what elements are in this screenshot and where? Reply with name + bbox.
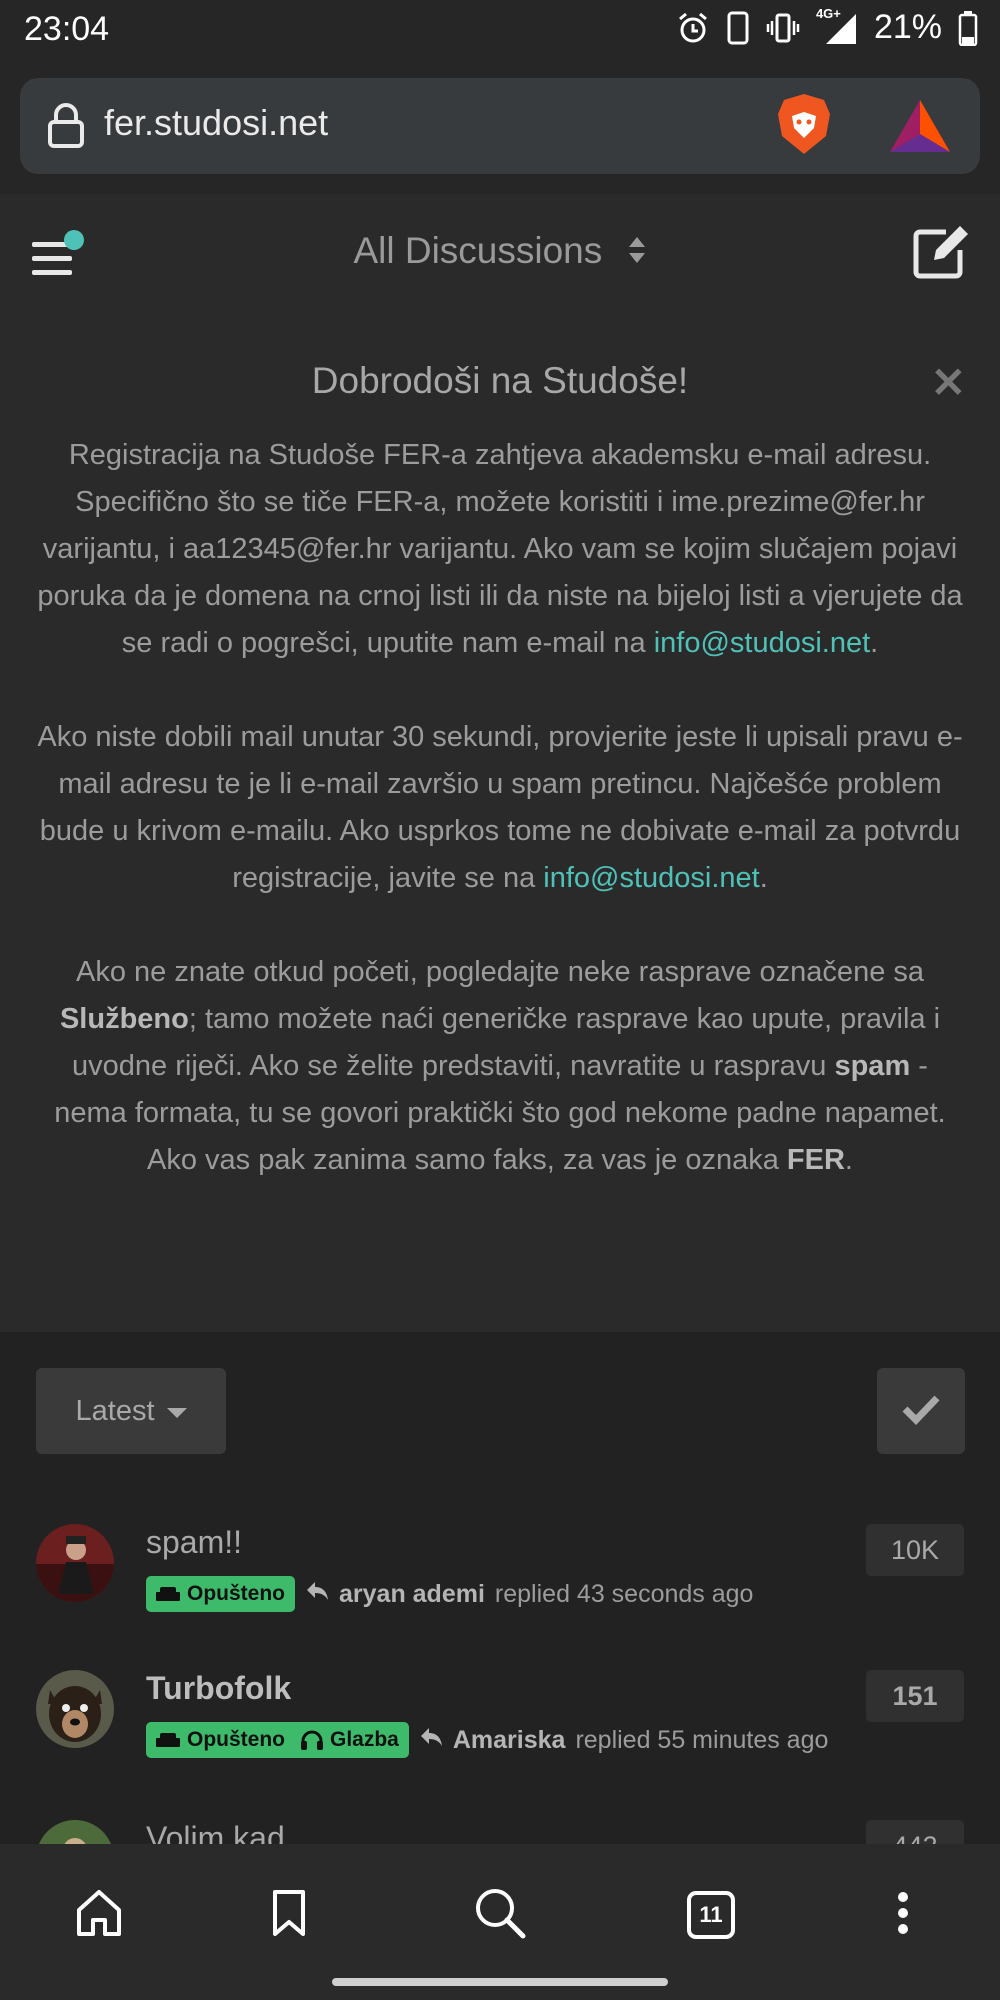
- alarm-icon: [676, 11, 710, 45]
- reply-author[interactable]: aryan ademi: [339, 1580, 485, 1609]
- phone-icon: [726, 11, 750, 45]
- discussion-title[interactable]: spam!!: [146, 1524, 242, 1561]
- reply-count-badge: 151: [866, 1670, 964, 1722]
- tag-label: Glazba: [330, 1728, 399, 1751]
- sort-label: Latest: [75, 1394, 155, 1427]
- tabs-button[interactable]: 11: [676, 1880, 746, 1950]
- sort-dropdown-button[interactable]: Latest: [36, 1368, 226, 1454]
- discussion-title[interactable]: Turbofolk: [146, 1670, 291, 1707]
- hero-text: Ako ne znate otkud početi, pogledajte ne…: [75, 956, 925, 988]
- info-email-link[interactable]: info@studosi.net: [654, 627, 870, 659]
- more-options-button[interactable]: [868, 1880, 938, 1950]
- tag-name-fer: FER: [786, 1144, 845, 1176]
- url-text[interactable]: fer.studosi.net: [104, 102, 328, 144]
- couch-icon: [156, 1731, 180, 1749]
- tag-opusteno[interactable]: Opušteno: [156, 1582, 285, 1606]
- tab-count: 11: [699, 1902, 723, 1927]
- status-bar: 23:04 4G+ 21%: [0, 0, 1000, 62]
- reply-count-badge: 10K: [866, 1524, 964, 1576]
- compose-icon[interactable]: [912, 224, 972, 285]
- search-icon: [473, 1886, 527, 1945]
- check-icon: [901, 1393, 941, 1430]
- more-vertical-icon: [895, 1890, 911, 1941]
- vibrate-icon: [766, 11, 800, 45]
- tag-group[interactable]: Opušteno Glazba: [146, 1722, 409, 1758]
- home-button[interactable]: [64, 1880, 134, 1950]
- headphones-icon: [301, 1730, 323, 1750]
- status-icons: 4G+ 21%: [676, 6, 978, 47]
- hero-text: Ako niste dobili mail unutar 30 sekundi,…: [37, 721, 963, 894]
- reply-time: replied 43 seconds ago: [494, 1579, 754, 1608]
- discussions-filter-dropdown[interactable]: All Discussions: [0, 230, 1000, 274]
- hero-paragraph-mail: Ako niste dobili mail unutar 30 sekundi,…: [37, 721, 963, 894]
- hero-paragraph-start: Ako ne znate otkud početi, pogledajte ne…: [36, 949, 964, 1184]
- avatar[interactable]: [36, 1524, 114, 1602]
- sort-arrows-icon: [627, 232, 647, 274]
- tag-glazba[interactable]: Glazba: [301, 1728, 399, 1752]
- welcome-hero: ✕ Dobrodoši na Studoše! Registracija na …: [0, 314, 1000, 1332]
- browser-bottom-toolbar: 11: [0, 1844, 1000, 2000]
- info-email-link[interactable]: info@studosi.net: [543, 862, 759, 894]
- reply-icon: [305, 1580, 329, 1609]
- bookmark-icon: [269, 1888, 309, 1943]
- discussion-item[interactable]: spam!! Opušteno aryan ademi replied 43 s…: [0, 1524, 1000, 1664]
- lock-icon[interactable]: [46, 102, 86, 155]
- hero-text: .: [844, 1144, 853, 1176]
- mark-all-read-button[interactable]: [877, 1368, 965, 1454]
- page-title: All Discussions: [353, 230, 603, 271]
- browser-toolbar: fer.studosi.net: [0, 62, 1000, 194]
- gesture-navigation-bar[interactable]: [332, 1978, 668, 1986]
- hero-body: Registracija na Studoše FER-a zahtjeva a…: [36, 432, 964, 1231]
- brave-shields-icon[interactable]: [774, 92, 834, 163]
- avatar[interactable]: [36, 1670, 114, 1748]
- index-toolbar: Latest: [0, 1332, 1000, 1462]
- tag-name-sluzbeno: Službeno: [59, 1003, 189, 1035]
- caret-down-icon: [166, 1408, 187, 1418]
- tag-label: Opušteno: [187, 1582, 285, 1605]
- discussion-item[interactable]: Turbofolk Opušteno Glazba Amariska repli…: [0, 1670, 1000, 1810]
- network-label: 4G+: [815, 5, 841, 21]
- tag-group[interactable]: Opušteno: [146, 1576, 295, 1612]
- reply-time: replied 55 minutes ago: [575, 1725, 829, 1754]
- brave-rewards-icon[interactable]: [888, 98, 952, 159]
- bookmark-button[interactable]: [254, 1880, 324, 1950]
- search-button[interactable]: [465, 1880, 535, 1950]
- hero-text: Registracija na Studoše FER-a zahtjeva a…: [37, 439, 963, 659]
- tag-name-spam: spam: [834, 1050, 911, 1082]
- tag-opusteno[interactable]: Opušteno: [156, 1728, 285, 1752]
- status-time: 23:04: [24, 10, 110, 48]
- hero-title: Dobrodoši na Studoše!: [311, 360, 689, 401]
- battery-percent: 21%: [873, 8, 942, 46]
- tabs-icon: 11: [686, 1890, 736, 1940]
- app-header: All Discussions: [0, 194, 1000, 314]
- home-icon: [73, 1888, 125, 1943]
- hero-paragraph-registration: Registracija na Studoše FER-a zahtjeva a…: [37, 439, 963, 659]
- couch-icon: [156, 1585, 180, 1603]
- address-bar[interactable]: fer.studosi.net: [20, 78, 980, 174]
- tag-label: Opušteno: [187, 1728, 285, 1751]
- hero-text: ; tamo možete naći generičke rasprave ka…: [72, 1003, 941, 1082]
- battery-icon: [958, 10, 978, 46]
- reply-icon: [419, 1726, 443, 1755]
- signal-icon: 4G+: [816, 6, 858, 46]
- discussion-meta: Opušteno Glazba Amariska replied 55 minu…: [146, 1722, 828, 1758]
- discussion-meta: Opušteno aryan ademi replied 43 seconds …: [146, 1576, 753, 1612]
- reply-author[interactable]: Amariska: [453, 1726, 566, 1755]
